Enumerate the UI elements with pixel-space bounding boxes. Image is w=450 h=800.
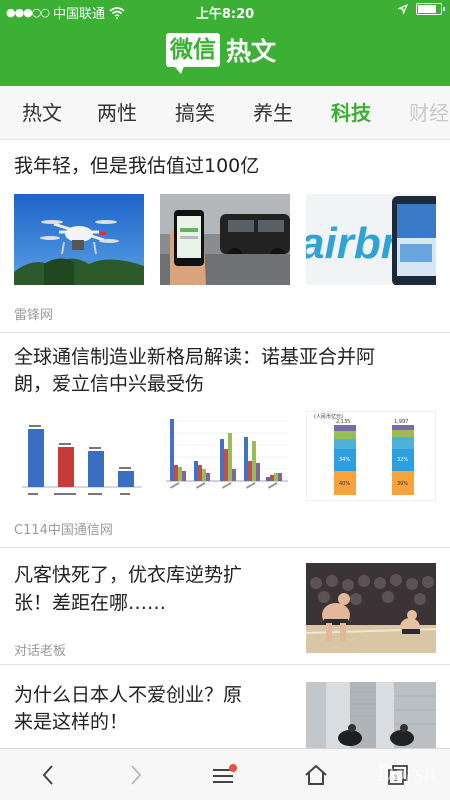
article-title-line1: 凡客快死了，优衣库逆势扩 [14, 564, 243, 586]
article-title-line1: 为什么日本人不爱创业？原 [14, 684, 243, 706]
clock: 上午8:20 [195, 7, 255, 22]
status-bar: ●●●○○ 中国联通 上午8:20 [0, 0, 450, 22]
back-button[interactable] [18, 749, 78, 800]
stacked-segment-2: 32% [397, 457, 408, 463]
stacked-bar-chart-image: (人民币亿元) 2,135 1,997 34% 32% 40% 39% [306, 411, 436, 501]
stacked-segment-4: 39% [397, 481, 408, 487]
article-title: 我年轻，但是我估值过100亿 [14, 155, 260, 177]
forward-button[interactable] [106, 749, 166, 800]
tab-hot[interactable]: 热文 [0, 86, 78, 139]
sumo-photo [306, 563, 436, 653]
taxi-app-photo [160, 194, 290, 285]
article-title-line2: 张！差距在哪…… [14, 592, 167, 614]
article-4[interactable]: 为什么日本人不爱创业？原 来是这样的！ [0, 665, 450, 748]
stacked-segment-3: 40% [339, 481, 350, 487]
battery-icon [416, 3, 445, 15]
tab-finance[interactable]: 财经 [390, 86, 450, 139]
tab-tech[interactable]: 科技 [312, 86, 390, 139]
home-button[interactable] [286, 749, 346, 800]
menu-button[interactable] [194, 749, 254, 800]
tab-health[interactable]: 养生 [234, 86, 312, 139]
article-title-line1: 全球通信制造业新格局解读：诺基亚合并阿 [14, 346, 376, 368]
location-icon [398, 4, 408, 14]
watermark: Dorsn [375, 761, 436, 787]
article-title-line2: 朗，爱立信中兴最受伤 [14, 373, 205, 395]
home-icon [305, 764, 327, 785]
bar-chart-image [14, 411, 144, 501]
chevron-left-icon [42, 765, 53, 785]
tab-funny[interactable]: 搞笑 [156, 86, 234, 139]
article-2[interactable]: 全球通信制造业新格局解读：诺基亚合并阿 朗，爱立信中兴最受伤 (人民币亿元) 2… [0, 333, 450, 548]
menu-icon [213, 764, 237, 783]
category-tabs: 热文 两性 搞笑 养生 科技 财经 [0, 86, 450, 140]
drone-photo [14, 194, 144, 285]
browser-toolbar: 1 Dorsn [0, 748, 450, 800]
article-source: 对话老板 [14, 644, 67, 659]
logo-text: 热文 [226, 37, 277, 66]
article-source: 雷锋网 [14, 308, 54, 323]
stacked-value-1: 2,135 [336, 419, 350, 425]
logo-box: 微信 [166, 33, 220, 74]
business-people-photo [306, 682, 436, 748]
article-1[interactable]: 我年轻，但是我估值过100亿 airbn 雷锋网 [0, 141, 450, 333]
tab-relationships[interactable]: 两性 [78, 86, 156, 139]
chevron-right-icon [131, 765, 142, 785]
stacked-segment-1: 34% [339, 457, 350, 463]
article-source: C114中国通信网 [14, 523, 113, 538]
stacked-value-2: 1,997 [394, 419, 408, 425]
app-header: 微信 热文 [0, 22, 450, 86]
article-title-line2: 来是这样的！ [14, 711, 129, 733]
app-logo: 微信 热文 [166, 32, 277, 74]
airbnb-app-photo: airbn [306, 194, 436, 285]
grouped-bar-chart-image [160, 411, 290, 501]
article-3[interactable]: 凡客快死了，优衣库逆势扩 张！差距在哪…… 对话老板 [0, 548, 450, 665]
